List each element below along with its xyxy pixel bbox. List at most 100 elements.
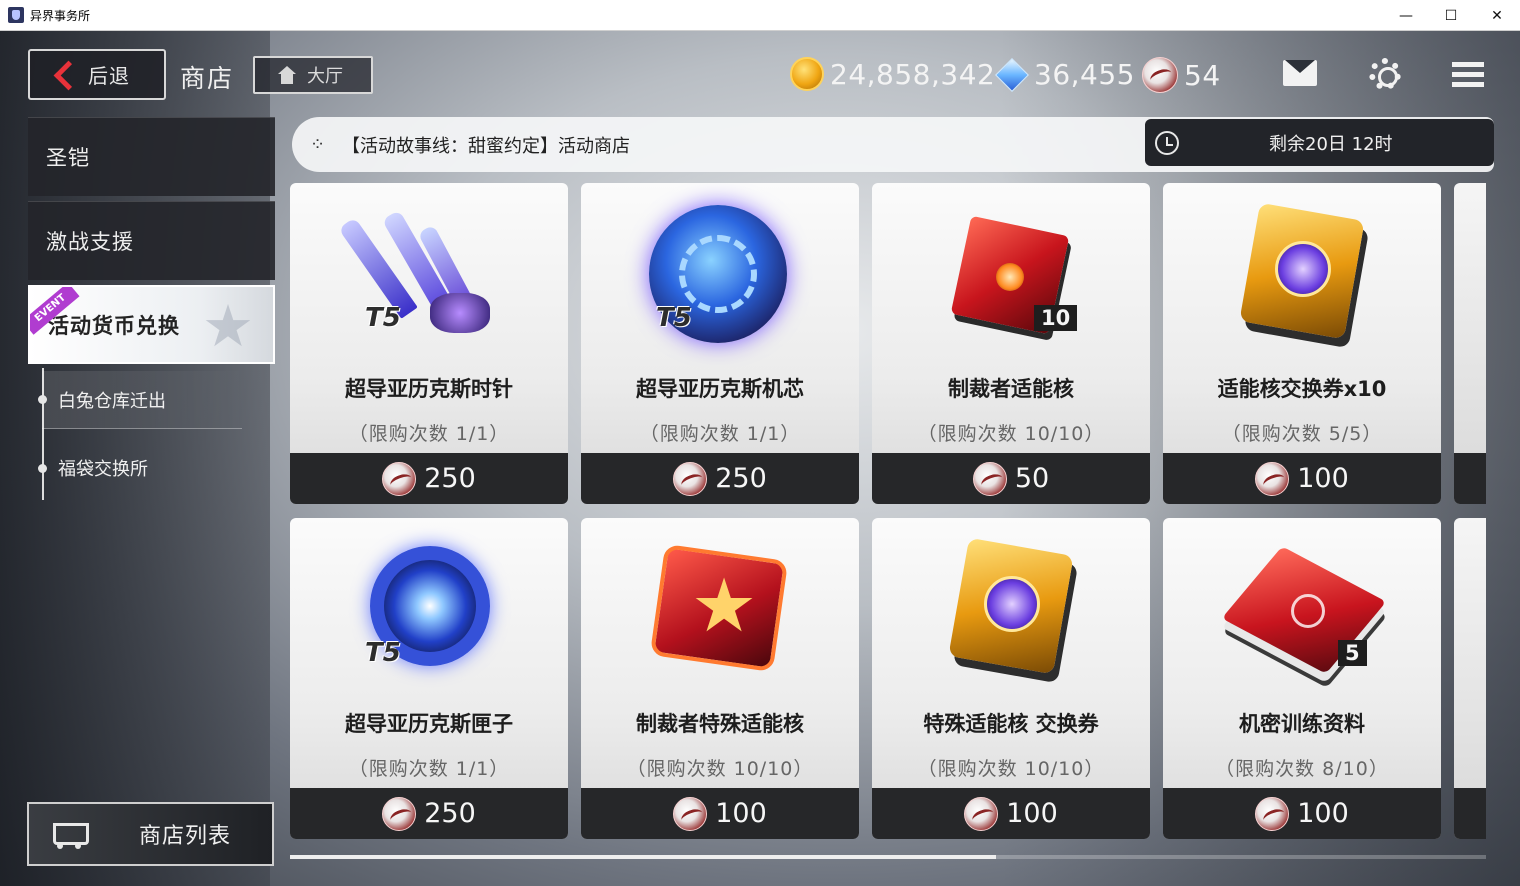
gold-amount: 24,858,342 — [830, 57, 996, 91]
shop-item-card-partial[interactable] — [1454, 518, 1486, 839]
diamond-amount: 36,455 — [1034, 57, 1135, 91]
shop-item-card[interactable]: ★ 制裁者特殊适能核 （限购次数 10/10） 100 — [581, 518, 859, 839]
sidebar-item-holy-armor[interactable]: 圣铠 — [28, 117, 275, 196]
item-art-gold-card — [872, 518, 1150, 698]
time-remaining: 剩余20日 12时 — [1145, 119, 1494, 166]
tier-label: T5 — [656, 303, 692, 333]
event-token-icon — [1255, 461, 1290, 496]
shop-item-card-partial[interactable] — [1454, 183, 1486, 504]
horizontal-scrollbar[interactable] — [290, 855, 1486, 859]
item-price: 250 — [424, 798, 476, 829]
item-price: 50 — [1014, 463, 1050, 494]
item-quantity: 10 — [1034, 305, 1078, 331]
item-name: 制裁者特殊适能核 — [636, 712, 804, 736]
clock-icon — [1155, 130, 1179, 155]
app-icon — [8, 7, 24, 23]
subitem-label: 白兔仓库迁出 — [58, 390, 166, 412]
item-name: 特殊适能核 交换券 — [923, 712, 1099, 736]
price-bar: 100 — [581, 788, 859, 839]
item-art-gear-orb — [581, 183, 859, 363]
game-viewport: 后退 商店 大厅 24,858,342 36,455 54 圣铠 激战支援 EV… — [0, 31, 1520, 886]
item-price: 100 — [715, 798, 767, 829]
purchase-limit: （限购次数 1/1） — [348, 758, 510, 780]
sparkle-icon: ⁘ — [310, 133, 326, 155]
event-token-icon — [1255, 796, 1290, 831]
event-token-amount: 54 — [1184, 58, 1221, 92]
price-bar: 100 — [872, 788, 1150, 839]
item-art-red-book — [1163, 518, 1441, 698]
item-name: 制裁者适能核 — [948, 377, 1074, 401]
purchase-limit: （限购次数 10/10） — [917, 758, 1105, 780]
bullet-icon — [38, 463, 47, 473]
item-art-red-cube — [872, 183, 1150, 363]
shop-item-card[interactable]: 适能核交换券x10 （限购次数 5/5） 100 — [1163, 183, 1441, 504]
purchase-limit: （限购次数 10/10） — [626, 758, 814, 780]
sidebar-item-battle-support[interactable]: 激战支援 — [28, 201, 275, 280]
mail-icon[interactable] — [1283, 60, 1317, 86]
item-price: 100 — [1297, 463, 1349, 494]
tier-label: T5 — [365, 303, 401, 333]
subitem-lucky-bag-exchange[interactable]: 福袋交换所 — [38, 439, 242, 497]
menu-icon[interactable] — [1452, 62, 1484, 88]
gold-currency: 24,858,342 — [790, 57, 995, 91]
event-token-icon — [673, 461, 708, 496]
shop-item-card[interactable]: 5 机密训练资料 （限购次数 8/10） 100 — [1163, 518, 1441, 839]
subitem-white-rabbit-warehouse[interactable]: 白兔仓库迁出 — [38, 371, 242, 429]
diamond-currency: 36,455 — [994, 57, 1135, 91]
item-price: 100 — [1006, 798, 1058, 829]
item-name: 超导亚历克斯匣子 — [345, 712, 513, 736]
item-name: 超导亚历克斯机芯 — [636, 377, 804, 401]
shop-item-card[interactable]: T5 超导亚历克斯时针 （限购次数 1/1） 250 — [290, 183, 568, 504]
back-button[interactable]: 后退 — [28, 49, 166, 100]
close-button[interactable]: ✕ — [1474, 0, 1520, 31]
purchase-limit: （限购次数 1/1） — [639, 423, 801, 445]
home-icon — [277, 66, 297, 84]
event-token-icon — [382, 461, 417, 496]
event-token-icon — [964, 796, 999, 831]
subitem-label: 福袋交换所 — [58, 459, 148, 480]
purchase-limit: （限购次数 1/1） — [348, 423, 510, 445]
back-button-label: 后退 — [88, 64, 130, 88]
gear-icon[interactable] — [1369, 58, 1401, 90]
event-token-icon — [972, 461, 1007, 496]
cart-icon — [47, 817, 93, 851]
bullet-icon — [38, 395, 47, 404]
shop-item-card[interactable]: 10 制裁者适能核 （限购次数 10/10） 50 — [872, 183, 1150, 504]
item-art-claw — [290, 183, 568, 363]
window-title: 异界事务所 — [30, 8, 91, 23]
banner-title: 【活动故事线：甜蜜约定】活动商店 — [342, 135, 630, 157]
hall-button-label: 大厅 — [307, 66, 343, 87]
event-token-currency: 54 — [1142, 57, 1221, 93]
shop-list-button[interactable]: 商店列表 — [27, 802, 274, 866]
price-bar: 250 — [290, 788, 568, 839]
purchase-limit: （限购次数 8/10） — [1215, 758, 1389, 780]
event-token-icon — [1142, 57, 1178, 93]
sidebar-item-label: 活动货币兑换 — [48, 313, 180, 338]
sidebar-item-label: 圣铠 — [46, 146, 90, 170]
item-price: 100 — [1297, 798, 1349, 829]
price-bar: 50 — [872, 453, 1150, 504]
item-price: 250 — [424, 463, 476, 494]
event-token-icon — [382, 796, 417, 831]
shop-item-card[interactable]: T5 超导亚历克斯机芯 （限购次数 1/1） 250 — [581, 183, 859, 504]
scrollbar-thumb[interactable] — [290, 855, 996, 859]
price-bar: 250 — [581, 453, 859, 504]
item-name: 机密训练资料 — [1239, 712, 1365, 736]
shop-list-label: 商店列表 — [139, 824, 232, 849]
item-price: 250 — [715, 463, 767, 494]
shop-item-card[interactable]: T5 超导亚历克斯匣子 （限购次数 1/1） 250 — [290, 518, 568, 839]
price-bar: 250 — [290, 453, 568, 504]
minimize-button[interactable]: — — [1383, 0, 1429, 31]
time-remaining-text: 剩余20日 12时 — [1269, 133, 1393, 155]
item-art-gold-card — [1163, 183, 1441, 363]
maximize-button[interactable]: ☐ — [1428, 0, 1474, 31]
item-art-red-star: ★ — [581, 518, 859, 698]
sidebar-item-event-currency-exchange[interactable]: EVENT 活动货币兑换 ★ — [28, 285, 275, 364]
purchase-limit: （限购次数 5/5） — [1221, 423, 1383, 445]
shop-item-card[interactable]: 特殊适能核 交换券 （限购次数 10/10） 100 — [872, 518, 1150, 839]
hall-button[interactable]: 大厅 — [253, 56, 373, 94]
price-bar: 100 — [1163, 788, 1441, 839]
star-emblem-icon: ★ — [202, 292, 254, 360]
page-title: 商店 — [180, 64, 235, 93]
tier-label: T5 — [365, 638, 401, 668]
